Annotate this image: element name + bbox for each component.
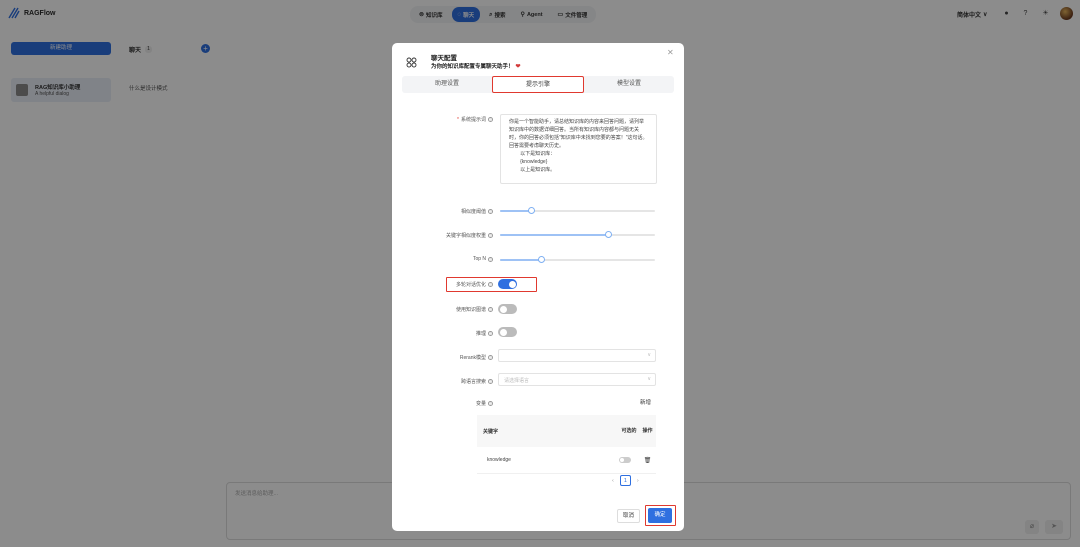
help-icon[interactable]: ?	[488, 256, 493, 262]
similarity-threshold-label: 相似度阈值 ?	[461, 208, 493, 215]
similarity-threshold-label-text: 相似度阈值	[460, 209, 486, 215]
optional-switch[interactable]	[619, 457, 631, 463]
slider-fill	[500, 209, 531, 212]
help-icon[interactable]: ?	[488, 282, 493, 287]
reasoning-switch[interactable]	[498, 327, 517, 337]
cross-language-select[interactable]: 请选择语言 ∨	[498, 373, 656, 386]
chat-config-icon	[406, 57, 417, 68]
help-icon[interactable]: ?	[488, 355, 493, 360]
next-page-icon[interactable]: ›	[637, 478, 639, 484]
slider-handle[interactable]	[527, 207, 535, 214]
tab-model-settings[interactable]: 模型设置	[584, 76, 674, 93]
system-prompt-label: * 系统提示词 ?	[457, 116, 493, 123]
keyword-weight-label: 关键字相似度权重 ?	[446, 232, 493, 239]
switch-knob	[499, 328, 507, 336]
table-header: 关键字 可选的 操作	[477, 415, 656, 447]
help-icon[interactable]: ?	[488, 379, 493, 384]
knowledge-graph-switch[interactable]	[498, 304, 517, 314]
top-n-label-text: Top N	[472, 256, 486, 262]
add-variable-button[interactable]: 新增	[640, 398, 651, 406]
heart-icon: ❤	[515, 64, 521, 70]
knowledge-graph-label: 使用知识图谱 ?	[456, 306, 493, 313]
table-row: knowledge 🗑	[477, 447, 656, 474]
top-n-label: Top N ?	[473, 256, 493, 262]
help-icon[interactable]: ?	[488, 117, 493, 122]
keyword-weight-label-text: 关键字相似度权重	[445, 233, 486, 239]
help-icon[interactable]: ?	[488, 307, 493, 312]
multi-turn-label: 多轮对话优化 ?	[456, 281, 493, 288]
page-number[interactable]: 1	[619, 475, 631, 486]
close-icon[interactable]: ✕	[667, 48, 674, 57]
rerank-model-label: Rerank模型 ?	[460, 354, 493, 361]
modal-subtitle-text: 为你的知识库配置专属聊天助手！	[431, 64, 514, 70]
chevron-down-icon: ∨	[647, 352, 651, 358]
cross-language-label-text: 跨语言搜索	[460, 379, 486, 385]
config-tabs: 助理设置 提示引擎 模型设置	[402, 76, 674, 93]
top-n-slider[interactable]	[500, 256, 655, 263]
variables-label: 变量 ?	[476, 400, 493, 407]
system-prompt-textarea[interactable]: 你是一个智能助手，请总结知识库的内容来回答问题，请列举知识库中的数据详细回答。当…	[500, 114, 657, 184]
reasoning-label-text: 推理	[475, 331, 486, 337]
multi-turn-switch[interactable]	[498, 279, 517, 289]
slider-fill	[500, 258, 542, 261]
tab-assistant-settings[interactable]: 助理设置	[402, 76, 492, 93]
help-icon[interactable]: ?	[488, 331, 493, 336]
slider-handle[interactable]	[537, 256, 545, 263]
keyword-weight-slider[interactable]	[500, 231, 655, 238]
cross-language-label: 跨语言搜索 ?	[461, 378, 493, 385]
rerank-model-select[interactable]: ∨	[498, 349, 656, 362]
switch-knob	[508, 280, 516, 288]
required-mark: *	[457, 116, 459, 123]
variable-key: knowledge	[487, 457, 511, 463]
cancel-button[interactable]: 取消	[617, 509, 640, 523]
similarity-threshold-slider[interactable]	[500, 207, 655, 214]
slider-fill	[500, 233, 609, 236]
column-optional: 可选的	[621, 427, 637, 434]
rerank-model-label-text: Rerank模型	[459, 355, 486, 361]
help-icon[interactable]: ?	[488, 209, 493, 214]
column-key: 关键字	[483, 428, 499, 435]
modal-subtitle: 为你的知识库配置专属聊天助手！ ❤	[431, 62, 521, 70]
modal-title: 聊天配置	[431, 55, 457, 62]
multi-turn-label-text: 多轮对话优化	[455, 282, 486, 288]
variables-label-text: 变量	[475, 401, 486, 407]
help-icon[interactable]: ?	[488, 401, 493, 406]
prev-page-icon[interactable]: ‹	[612, 478, 614, 484]
tab-prompt-engine[interactable]: 提示引擎	[492, 76, 584, 93]
slider-handle[interactable]	[605, 231, 612, 238]
pagination: ‹ 1 ›	[612, 475, 639, 486]
variables-table: 关键字 可选的 操作 knowledge 🗑	[477, 415, 656, 474]
chat-config-modal: 聊天配置 为你的知识库配置专属聊天助手！ ❤ ✕ 助理设置 提示引擎 模型设置 *…	[392, 43, 684, 531]
chevron-down-icon: ∨	[647, 376, 651, 382]
system-prompt-label-text: 系统提示词	[460, 117, 486, 123]
reasoning-label: 推理 ?	[476, 330, 493, 337]
knowledge-graph-label-text: 使用知识图谱	[455, 307, 486, 313]
switch-knob	[499, 305, 507, 313]
switch-knob	[620, 458, 624, 462]
delete-icon[interactable]: 🗑	[639, 457, 656, 464]
column-action: 操作	[642, 427, 653, 434]
help-icon[interactable]: ?	[488, 233, 493, 238]
ok-button[interactable]: 确定	[648, 508, 672, 523]
cross-language-placeholder: 请选择语言	[504, 378, 530, 384]
